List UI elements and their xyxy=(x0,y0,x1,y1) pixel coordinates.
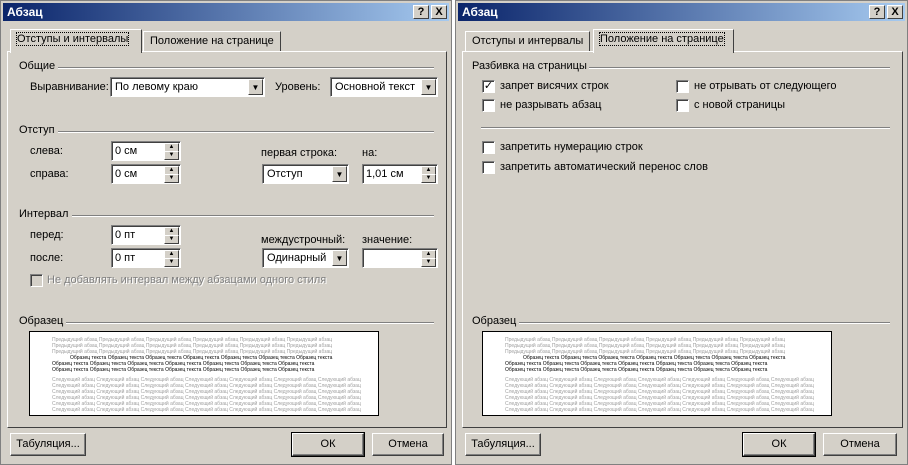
tab-indents-spacing[interactable]: Отступы и интервалы xyxy=(465,31,590,52)
ok-button[interactable]: ОК xyxy=(742,432,816,457)
tabs-button[interactable]: Табуляция... xyxy=(465,433,541,456)
indent-by-spinner[interactable]: 1,01 см ▲ ▼ xyxy=(362,164,438,184)
preview-box: Предыдущий абзац Предыдущий абзац Предыд… xyxy=(29,331,379,416)
help-button[interactable]: ? xyxy=(869,5,885,19)
dialog-title: Абзац xyxy=(7,5,43,19)
preview-box: Предыдущий абзац Предыдущий абзац Предыд… xyxy=(482,331,832,416)
chevron-down-icon[interactable]: ▼ xyxy=(332,166,347,182)
spin-down-icon[interactable]: ▼ xyxy=(421,258,436,267)
spin-down-icon[interactable]: ▼ xyxy=(421,174,436,183)
line-spacing-label: междустрочный: xyxy=(261,234,346,246)
section-general: Общие xyxy=(19,60,56,72)
tab-panel: Общие Выравнивание: По левому краю ▼ Уро… xyxy=(7,51,447,428)
alignment-select[interactable]: По левому краю ▼ xyxy=(110,77,265,97)
preview-next-line: Следующий абзац Следующий абзац Следующи… xyxy=(505,407,814,413)
preview-current-line: Образец текста Образец текста Образец те… xyxy=(505,367,768,373)
separator xyxy=(519,322,890,324)
chevron-down-icon[interactable]: ▼ xyxy=(332,250,347,266)
spacing-after-label: после: xyxy=(30,252,64,264)
indent-left-label: слева: xyxy=(30,145,63,157)
ok-button[interactable]: ОК xyxy=(291,432,365,457)
separator xyxy=(481,127,890,129)
separator xyxy=(66,322,434,324)
spin-down-icon[interactable]: ▼ xyxy=(164,174,179,183)
line-spacing-at-spinner[interactable]: ▲ ▼ xyxy=(362,248,438,268)
spacing-before-label: перед: xyxy=(30,229,64,241)
alignment-label: Выравнивание: xyxy=(30,81,109,93)
chevron-down-icon[interactable]: ▼ xyxy=(421,79,436,95)
dialog-title: Абзац xyxy=(462,5,498,19)
title-bar[interactable]: Абзац ? X xyxy=(458,3,905,21)
title-bar[interactable]: Абзац ? X xyxy=(3,3,449,21)
page-break-before-label: с новой страницы xyxy=(694,99,785,111)
spin-down-icon[interactable]: ▼ xyxy=(164,151,179,160)
no-space-same-style-label: Не добавлять интервал между абзацами одн… xyxy=(47,274,327,286)
close-button[interactable]: X xyxy=(887,5,903,19)
spin-down-icon[interactable]: ▼ xyxy=(164,258,179,267)
separator xyxy=(58,131,434,133)
separator xyxy=(589,67,890,69)
suppress-line-numbers-checkbox[interactable] xyxy=(482,141,495,154)
paragraph-dialog-indents: Абзац ? X Отступы и интервалы Положение … xyxy=(0,0,452,465)
indent-right-spinner[interactable]: 0 см ▲ ▼ xyxy=(111,164,181,184)
preview-current-line: Образец текста Образец текста Образец те… xyxy=(52,367,315,373)
close-button[interactable]: X xyxy=(431,5,447,19)
spin-down-icon[interactable]: ▼ xyxy=(164,235,179,244)
separator xyxy=(58,67,434,69)
cancel-button[interactable]: Отмена xyxy=(823,433,897,456)
no-space-same-style-checkbox[interactable] xyxy=(30,274,43,287)
tab-line-page-breaks[interactable]: Положение на странице xyxy=(593,29,734,53)
line-spacing-at-label: значение: xyxy=(362,234,413,246)
indent-by-label: на: xyxy=(362,147,378,159)
page-break-before-checkbox[interactable] xyxy=(676,99,689,112)
paragraph-dialog-page-breaks: Абзац ? X Отступы и интервалы Положение … xyxy=(455,0,908,465)
keep-with-next-label: не отрывать от следующего xyxy=(694,80,837,92)
keep-with-next-checkbox[interactable] xyxy=(676,80,689,93)
no-hyphenation-label: запретить автоматический перенос слов xyxy=(500,161,708,173)
keep-lines-together-label: не разрывать абзац xyxy=(500,99,602,111)
first-line-label: первая строка: xyxy=(261,147,338,159)
level-label: Уровень: xyxy=(275,81,321,93)
preview-next-line: Следующий абзац Следующий абзац Следующи… xyxy=(52,407,361,413)
check-icon: ✓ xyxy=(483,80,494,92)
suppress-line-numbers-label: запретить нумерацию строк xyxy=(500,141,643,153)
section-preview: Образец xyxy=(19,315,64,327)
spacing-after-spinner[interactable]: 0 пт ▲ ▼ xyxy=(111,248,181,268)
tab-panel: Разбивка на страницы ✓ запрет висячих ст… xyxy=(462,51,903,428)
keep-lines-together-checkbox[interactable] xyxy=(482,99,495,112)
tab-line-page-breaks[interactable]: Положение на странице xyxy=(143,31,281,52)
help-button[interactable]: ? xyxy=(413,5,429,19)
section-pagination: Разбивка на страницы xyxy=(472,60,587,72)
chevron-down-icon[interactable]: ▼ xyxy=(248,79,263,95)
spacing-before-spinner[interactable]: 0 пт ▲ ▼ xyxy=(111,225,181,245)
section-spacing: Интервал xyxy=(19,208,69,220)
indent-left-spinner[interactable]: 0 см ▲ ▼ xyxy=(111,141,181,161)
tab-indents-spacing[interactable]: Отступы и интервалы xyxy=(10,29,142,53)
section-indent: Отступ xyxy=(19,124,55,136)
widow-control-checkbox[interactable]: ✓ xyxy=(482,80,495,93)
no-hyphenation-checkbox[interactable] xyxy=(482,161,495,174)
cancel-button[interactable]: Отмена xyxy=(372,433,444,456)
tabs-button[interactable]: Табуляция... xyxy=(10,433,86,456)
indent-right-label: справа: xyxy=(30,168,69,180)
separator xyxy=(72,215,434,217)
line-spacing-select[interactable]: Одинарный ▼ xyxy=(262,248,349,268)
widow-control-label: запрет висячих строк xyxy=(500,80,609,92)
outline-level-select[interactable]: Основной текст ▼ xyxy=(330,77,438,97)
first-line-select[interactable]: Отступ ▼ xyxy=(262,164,349,184)
section-preview: Образец xyxy=(472,315,517,327)
